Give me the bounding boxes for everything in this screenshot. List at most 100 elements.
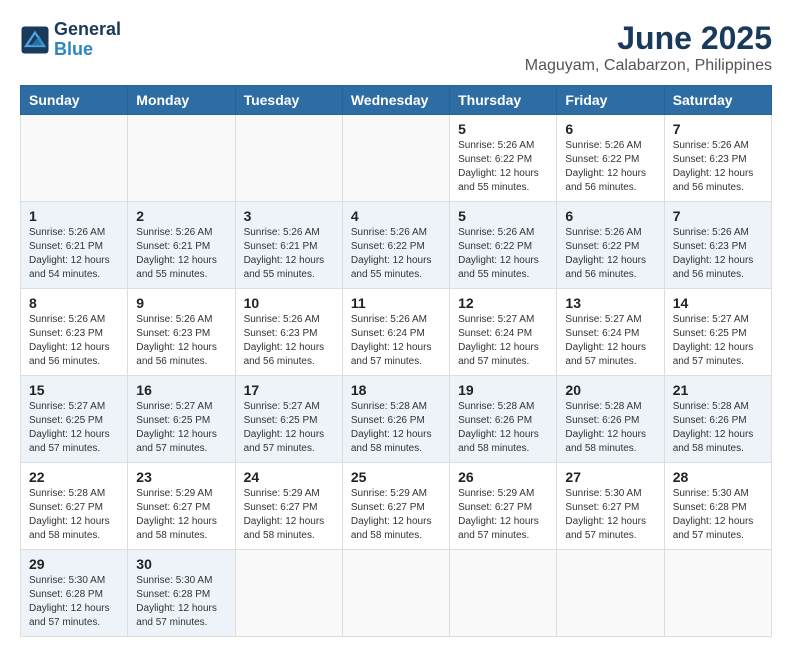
day-number: 14 <box>673 295 763 311</box>
day-info: Sunrise: 5:29 AMSunset: 6:27 PMDaylight:… <box>351 487 441 543</box>
day-number: 12 <box>458 295 548 311</box>
calendar-cell: 25 Sunrise: 5:29 AMSunset: 6:27 PMDayligh… <box>342 463 449 550</box>
day-info: Sunrise: 5:28 AMSunset: 6:26 PMDaylight:… <box>565 400 655 456</box>
title-area: June 2025 Maguyam, Calabarzon, Philippin… <box>525 20 772 75</box>
logo: General Blue <box>20 20 121 60</box>
calendar-cell: 7 Sunrise: 5:26 AMSunset: 6:23 PMDaylight… <box>664 115 771 202</box>
calendar-cell <box>664 550 771 637</box>
calendar-cell: 7 Sunrise: 5:26 AMSunset: 6:23 PMDaylight… <box>664 202 771 289</box>
calendar-cell <box>128 115 235 202</box>
day-info: Sunrise: 5:28 AMSunset: 6:26 PMDaylight:… <box>351 400 441 456</box>
subtitle: Maguyam, Calabarzon, Philippines <box>525 57 772 75</box>
day-info: Sunrise: 5:27 AMSunset: 6:25 PMDaylight:… <box>136 400 226 456</box>
day-info: Sunrise: 5:29 AMSunset: 6:27 PMDaylight:… <box>458 487 548 543</box>
day-info: Sunrise: 5:26 AMSunset: 6:23 PMDaylight:… <box>673 226 763 282</box>
calendar-table: Sunday Monday Tuesday Wednesday Thursday… <box>20 85 772 637</box>
logo-line2: Blue <box>54 40 121 60</box>
calendar-cell: 22 Sunrise: 5:28 AMSunset: 6:27 PMDayligh… <box>21 463 128 550</box>
day-info: Sunrise: 5:26 AMSunset: 6:23 PMDaylight:… <box>136 313 226 369</box>
day-number: 9 <box>136 295 226 311</box>
calendar-cell: 1 Sunrise: 5:26 AMSunset: 6:21 PMDaylight… <box>21 202 128 289</box>
day-number: 10 <box>244 295 334 311</box>
logo-line1: General <box>54 20 121 40</box>
calendar-cell: 8Sunrise: 5:26 AMSunset: 6:23 PMDaylight… <box>21 289 128 376</box>
day-info: Sunrise: 5:26 AMSunset: 6:23 PMDaylight:… <box>244 313 334 369</box>
day-info: Sunrise: 5:26 AMSunset: 6:21 PMDaylight:… <box>136 226 226 282</box>
calendar-cell <box>450 550 557 637</box>
header-monday: Monday <box>128 86 235 115</box>
day-number: 16 <box>136 382 226 398</box>
calendar-cell <box>21 115 128 202</box>
day-info: Sunrise: 5:29 AMSunset: 6:27 PMDaylight:… <box>244 487 334 543</box>
day-number: 26 <box>458 469 548 485</box>
day-info: Sunrise: 5:26 AMSunset: 6:23 PMDaylight:… <box>673 139 763 195</box>
logo-text: General Blue <box>54 20 121 60</box>
day-info: Sunrise: 5:27 AMSunset: 6:24 PMDaylight:… <box>565 313 655 369</box>
day-number: 8 <box>29 295 119 311</box>
day-number: 3 <box>244 208 334 224</box>
day-info: Sunrise: 5:30 AMSunset: 6:28 PMDaylight:… <box>136 574 226 630</box>
day-number: 30 <box>136 556 226 572</box>
day-number: 17 <box>244 382 334 398</box>
calendar-cell: 24 Sunrise: 5:29 AMSunset: 6:27 PMDayligh… <box>235 463 342 550</box>
calendar-cell: 19Sunrise: 5:28 AMSunset: 6:26 PMDayligh… <box>450 376 557 463</box>
day-number: 15 <box>29 382 119 398</box>
calendar-cell: 26 Sunrise: 5:29 AMSunset: 6:27 PMDayligh… <box>450 463 557 550</box>
calendar-cell: 4Sunrise: 5:26 AMSunset: 6:22 PMDaylight… <box>342 202 449 289</box>
main-title: June 2025 <box>525 20 772 57</box>
calendar-cell: 5Sunrise: 5:26 AMSunset: 6:22 PMDaylight… <box>450 202 557 289</box>
day-number: 5 <box>458 208 548 224</box>
day-info: Sunrise: 5:30 AMSunset: 6:28 PMDaylight:… <box>673 487 763 543</box>
day-info: Sunrise: 5:29 AMSunset: 6:27 PMDaylight:… <box>136 487 226 543</box>
day-info: Sunrise: 5:27 AMSunset: 6:24 PMDaylight:… <box>458 313 548 369</box>
calendar-cell: 9 Sunrise: 5:26 AMSunset: 6:23 PMDaylight… <box>128 289 235 376</box>
calendar-cell: 11Sunrise: 5:26 AMSunset: 6:24 PMDayligh… <box>342 289 449 376</box>
day-info: Sunrise: 5:30 AMSunset: 6:27 PMDaylight:… <box>565 487 655 543</box>
calendar-cell: 6Sunrise: 5:26 AMSunset: 6:22 PMDaylight… <box>557 202 664 289</box>
calendar-cell: 28 Sunrise: 5:30 AMSunset: 6:28 PMDayligh… <box>664 463 771 550</box>
header-wednesday: Wednesday <box>342 86 449 115</box>
calendar-cell: 12 Sunrise: 5:27 AMSunset: 6:24 PMDayligh… <box>450 289 557 376</box>
calendar-cell <box>342 115 449 202</box>
calendar-cell: 6Sunrise: 5:26 AMSunset: 6:22 PMDaylight… <box>557 115 664 202</box>
day-info: Sunrise: 5:28 AMSunset: 6:26 PMDaylight:… <box>673 400 763 456</box>
header-tuesday: Tuesday <box>235 86 342 115</box>
calendar-cell: 17 Sunrise: 5:27 AMSunset: 6:25 PMDayligh… <box>235 376 342 463</box>
day-number: 24 <box>244 469 334 485</box>
day-number: 5 <box>458 121 548 137</box>
day-number: 22 <box>29 469 119 485</box>
day-number: 25 <box>351 469 441 485</box>
day-number: 27 <box>565 469 655 485</box>
day-number: 28 <box>673 469 763 485</box>
day-number: 1 <box>29 208 119 224</box>
calendar-cell: 16 Sunrise: 5:27 AMSunset: 6:25 PMDayligh… <box>128 376 235 463</box>
logo-icon <box>20 25 50 55</box>
day-number: 11 <box>351 295 441 311</box>
calendar-cell: 13Sunrise: 5:27 AMSunset: 6:24 PMDayligh… <box>557 289 664 376</box>
day-number: 7 <box>673 121 763 137</box>
day-info: Sunrise: 5:27 AMSunset: 6:25 PMDaylight:… <box>244 400 334 456</box>
day-number: 19 <box>458 382 548 398</box>
calendar-cell: 30 Sunrise: 5:30 AMSunset: 6:28 PMDayligh… <box>128 550 235 637</box>
calendar-week-row: 15 Sunrise: 5:27 AMSunset: 6:25 PMDayligh… <box>21 376 772 463</box>
calendar-cell: 5 Sunrise: 5:26 AMSunset: 6:22 PMDaylight… <box>450 115 557 202</box>
calendar-cell <box>235 115 342 202</box>
header-thursday: Thursday <box>450 86 557 115</box>
day-info: Sunrise: 5:26 AMSunset: 6:22 PMDaylight:… <box>351 226 441 282</box>
calendar-cell: 10 Sunrise: 5:26 AMSunset: 6:23 PMDayligh… <box>235 289 342 376</box>
calendar-cell: 21Sunrise: 5:28 AMSunset: 6:26 PMDayligh… <box>664 376 771 463</box>
day-info: Sunrise: 5:26 AMSunset: 6:22 PMDaylight:… <box>458 139 548 195</box>
calendar-cell: 20 Sunrise: 5:28 AMSunset: 6:26 PMDayligh… <box>557 376 664 463</box>
day-info: Sunrise: 5:28 AMSunset: 6:27 PMDaylight:… <box>29 487 119 543</box>
calendar-week-row: 22 Sunrise: 5:28 AMSunset: 6:27 PMDayligh… <box>21 463 772 550</box>
calendar-header-row: Sunday Monday Tuesday Wednesday Thursday… <box>21 86 772 115</box>
day-number: 2 <box>136 208 226 224</box>
calendar-cell: 2 Sunrise: 5:26 AMSunset: 6:21 PMDaylight… <box>128 202 235 289</box>
calendar-cell <box>235 550 342 637</box>
header-friday: Friday <box>557 86 664 115</box>
day-number: 20 <box>565 382 655 398</box>
day-number: 7 <box>673 208 763 224</box>
calendar-week-row: 8 Sunrise: 5:26 AMSunset: 6:23 PMDaylight… <box>21 289 772 376</box>
calendar-cell: 29Sunrise: 5:30 AMSunset: 6:28 PMDayligh… <box>21 550 128 637</box>
day-info: Sunrise: 5:26 AMSunset: 6:21 PMDaylight:… <box>29 226 119 282</box>
